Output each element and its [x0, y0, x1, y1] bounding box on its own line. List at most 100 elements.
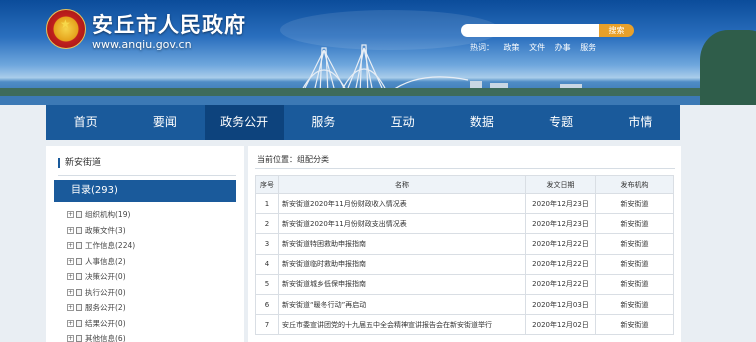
site-title: 安丘市人民政府 — [92, 13, 246, 37]
tree-item[interactable]: + 人事信息(2) — [67, 254, 135, 270]
row-title-link[interactable]: 新安街道“暖冬行动”再启动 — [278, 293, 526, 316]
row-org: 新安街道 — [595, 293, 674, 316]
tree-item-label[interactable]: 其他信息(6) — [85, 331, 126, 342]
table-row: 1 新安街道2020年11月份财政收入情况表 2020年12月23日 新安街道 — [255, 192, 674, 215]
row-org: 新安街道 — [595, 273, 674, 295]
row-org: 新安街道 — [595, 233, 674, 255]
nav-topics[interactable]: 专题 — [522, 105, 601, 140]
expand-icon[interactable]: + — [67, 242, 74, 250]
column-header-title: 名称 — [278, 175, 526, 194]
row-title-link[interactable]: 新安街道特困救助申报指南 — [278, 233, 526, 255]
row-number: 1 — [255, 192, 279, 215]
tree-item-label[interactable]: 决策公开(0) — [85, 269, 126, 285]
tree-item[interactable]: + 执行公开(0) — [67, 285, 135, 301]
expand-icon[interactable]: + — [67, 288, 74, 296]
row-date: 2020年12月22日 — [525, 253, 596, 275]
tree-decoration — [700, 30, 756, 105]
bridge-illustration — [301, 44, 469, 95]
row-date: 2020年12月22日 — [525, 233, 596, 255]
row-title-link[interactable]: 新安街道2020年11月份财政支出情况表 — [278, 213, 526, 235]
row-number: 2 — [255, 213, 279, 235]
nav-home[interactable]: 首页 — [46, 105, 125, 140]
search-button[interactable]: 搜索 — [599, 24, 634, 37]
content-panel: 当前位置：组配分类 序号 名称 发文日期 发布机构 1 新安街道2020年11月… — [248, 146, 681, 342]
folder-icon — [76, 242, 82, 250]
row-org: 新安街道 — [595, 213, 674, 235]
row-org: 新安街道 — [595, 314, 674, 336]
nav-city-info[interactable]: 市情 — [601, 105, 680, 140]
nav-services[interactable]: 服务 — [284, 105, 363, 140]
folder-icon — [76, 288, 82, 296]
directory-header[interactable]: 目录(293) — [54, 180, 236, 202]
table-row: 6 新安街道“暖冬行动”再启动 2020年12月03日 新安街道 — [255, 293, 674, 316]
row-number: 4 — [255, 253, 279, 275]
hot-word-link[interactable]: 政策 — [504, 43, 520, 52]
divider — [255, 168, 675, 169]
tree-item[interactable]: + 决策公开(0) — [67, 269, 135, 285]
header-banner: ★ 安丘市人民政府 www.anqiu.gov.cn 搜索 热词： 政策 文件 … — [0, 0, 756, 105]
nav-interaction[interactable]: 互动 — [363, 105, 442, 140]
table-row: 3 新安街道特困救助申报指南 2020年12月22日 新安街道 — [255, 233, 674, 255]
row-date: 2020年12月22日 — [525, 273, 596, 295]
folder-icon — [76, 319, 82, 327]
nav-data[interactable]: 数据 — [442, 105, 521, 140]
row-date: 2020年12月23日 — [525, 192, 596, 215]
expand-icon[interactable]: + — [67, 226, 74, 234]
row-title-link[interactable]: 新安街道2020年11月份财政收入情况表 — [278, 192, 526, 215]
expand-icon[interactable]: + — [67, 319, 74, 327]
site-url: www.anqiu.gov.cn — [92, 38, 192, 51]
category-tree: + 组织机构(19) + 政策文件(3) + 工作信息(224) + 人事信息(2) +… — [67, 207, 135, 342]
tree-item[interactable]: + 结果公开(0) — [67, 316, 135, 332]
water — [0, 96, 756, 105]
tree-item-label[interactable]: 工作信息(224) — [85, 238, 135, 254]
hot-word-link[interactable]: 文件 — [529, 43, 545, 52]
expand-icon[interactable]: + — [67, 335, 74, 342]
row-title-link[interactable]: 新安街道临时救助申报指南 — [278, 253, 526, 275]
expand-icon[interactable]: + — [67, 257, 74, 265]
column-header-date: 发文日期 — [525, 175, 596, 194]
tree-item-label[interactable]: 政策文件(3) — [85, 223, 126, 239]
row-date: 2020年12月03日 — [525, 293, 596, 316]
row-number: 5 — [255, 273, 279, 295]
folder-icon — [76, 335, 82, 342]
folder-icon — [76, 273, 82, 281]
row-title-link[interactable]: 新安街道城乡低保申报指南 — [278, 273, 526, 295]
tree-item-label[interactable]: 结果公开(0) — [85, 316, 126, 332]
expand-icon[interactable]: + — [67, 211, 74, 219]
hot-word-link[interactable]: 服务 — [580, 43, 596, 52]
column-header-no: 序号 — [255, 175, 279, 194]
expand-icon[interactable]: + — [67, 304, 74, 312]
table-row: 7 安丘市委宣讲团党的十九届五中全会精神宣讲报告会在新安街道举行 2020年12… — [255, 314, 674, 336]
tree-item-label[interactable]: 执行公开(0) — [85, 285, 126, 301]
hot-word-link[interactable]: 办事 — [555, 43, 571, 52]
sidebar: 新安街道 目录(293) + 组织机构(19) + 政策文件(3) + 工作信息(22… — [46, 146, 244, 342]
national-emblem-icon: ★ — [46, 9, 86, 49]
nav-news[interactable]: 要闻 — [125, 105, 204, 140]
tree-item-label[interactable]: 人事信息(2) — [85, 254, 126, 270]
table-row: 4 新安街道临时救助申报指南 2020年12月22日 新安街道 — [255, 253, 674, 275]
row-org: 新安街道 — [595, 192, 674, 215]
nav-gov-affairs[interactable]: 政务公开 — [204, 105, 284, 140]
row-number: 3 — [255, 233, 279, 255]
sidebar-title: 新安街道 — [58, 158, 101, 168]
table-row: 5 新安街道城乡低保申报指南 2020年12月22日 新安街道 — [255, 273, 674, 295]
search-input[interactable] — [461, 24, 601, 37]
tree-item-label[interactable]: 服务公开(2) — [85, 300, 126, 316]
row-date: 2020年12月23日 — [525, 213, 596, 235]
tree-item[interactable]: + 服务公开(2) — [67, 300, 135, 316]
row-title-link[interactable]: 安丘市委宣讲团党的十九届五中全会精神宣讲报告会在新安街道举行 — [278, 314, 526, 336]
main-nav: 首页 要闻 政务公开 服务 互动 数据 专题 市情 — [46, 105, 680, 140]
tree-item-label[interactable]: 组织机构(19) — [85, 207, 130, 223]
divider — [58, 175, 236, 176]
row-number: 6 — [255, 293, 279, 316]
table-row: 2 新安街道2020年11月份财政支出情况表 2020年12月23日 新安街道 — [255, 213, 674, 235]
tree-item[interactable]: + 工作信息(224) — [67, 238, 135, 254]
folder-icon — [76, 257, 82, 265]
tree-item[interactable]: + 政策文件(3) — [67, 223, 135, 239]
expand-icon[interactable]: + — [67, 273, 74, 281]
row-number: 7 — [255, 314, 279, 336]
tree-item[interactable]: + 组织机构(19) — [67, 207, 135, 223]
tree-item[interactable]: + 其他信息(6) — [67, 331, 135, 342]
folder-icon — [76, 226, 82, 234]
folder-icon — [76, 304, 82, 312]
